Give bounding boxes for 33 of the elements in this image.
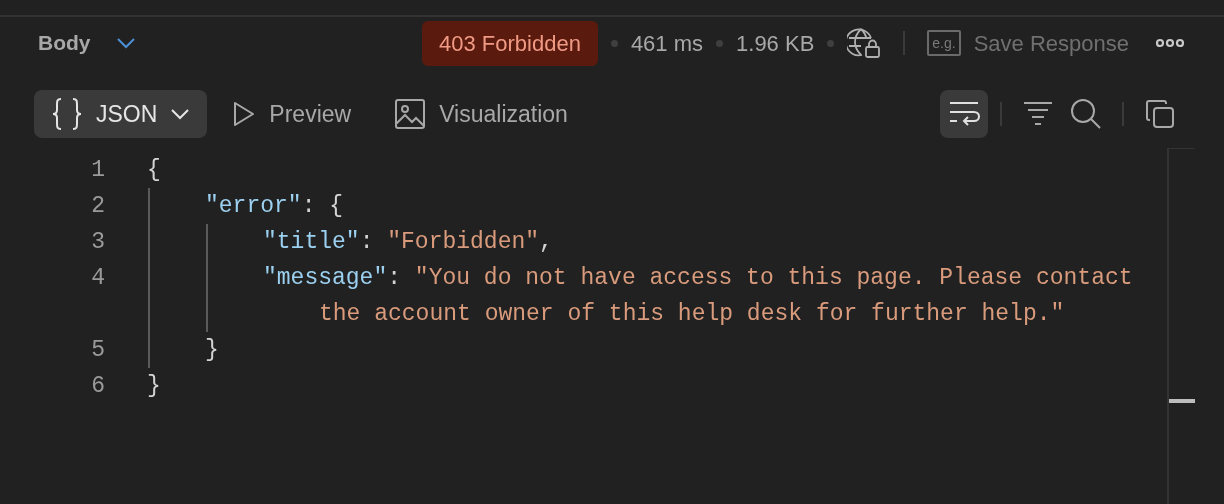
line-number: 3 <box>90 228 105 257</box>
image-icon <box>395 99 426 129</box>
wrap-icon <box>948 100 980 128</box>
toolbar-button[interactable] <box>940 90 988 138</box>
code-line: "title": "Forbidden", <box>263 228 554 257</box>
copy-icon <box>1145 99 1175 129</box>
line-number: 4 <box>90 264 105 293</box>
filter-icon <box>1023 101 1053 127</box>
view-tab[interactable]: Preview <box>215 90 370 138</box>
play-icon <box>233 101 256 127</box>
line-number: 6 <box>90 372 105 401</box>
scrollbar-thumb[interactable] <box>1169 399 1195 403</box>
status-badge: 403 Forbidden <box>422 20 598 66</box>
braces-icon <box>52 97 82 131</box>
line-number: 2 <box>90 192 105 221</box>
code-line: } <box>205 336 220 365</box>
code-line: { <box>147 156 162 185</box>
example-icon: e.g. <box>927 30 961 56</box>
chevron-down-icon[interactable] <box>116 37 135 49</box>
line-number: 1 <box>90 156 105 185</box>
chevron-down-icon <box>171 108 190 120</box>
body-label: Body <box>38 30 91 57</box>
code-line: } <box>147 372 162 401</box>
response-time: 461 ms <box>630 29 704 58</box>
globe-lock-icon[interactable] <box>847 28 882 58</box>
view-tab[interactable]: Visualization <box>377 90 586 138</box>
search-icon <box>1070 98 1102 130</box>
code-line: "message": "You do not have access to this page. Please contact the account owner of this help desk for further help." <box>263 264 1134 329</box>
code-line: "error": { <box>205 192 345 221</box>
line-number: 5 <box>90 336 105 365</box>
response-size: 1.96 KB <box>736 29 815 58</box>
view-tab[interactable]: JSON <box>34 90 208 138</box>
more-icon[interactable] <box>1156 38 1184 48</box>
